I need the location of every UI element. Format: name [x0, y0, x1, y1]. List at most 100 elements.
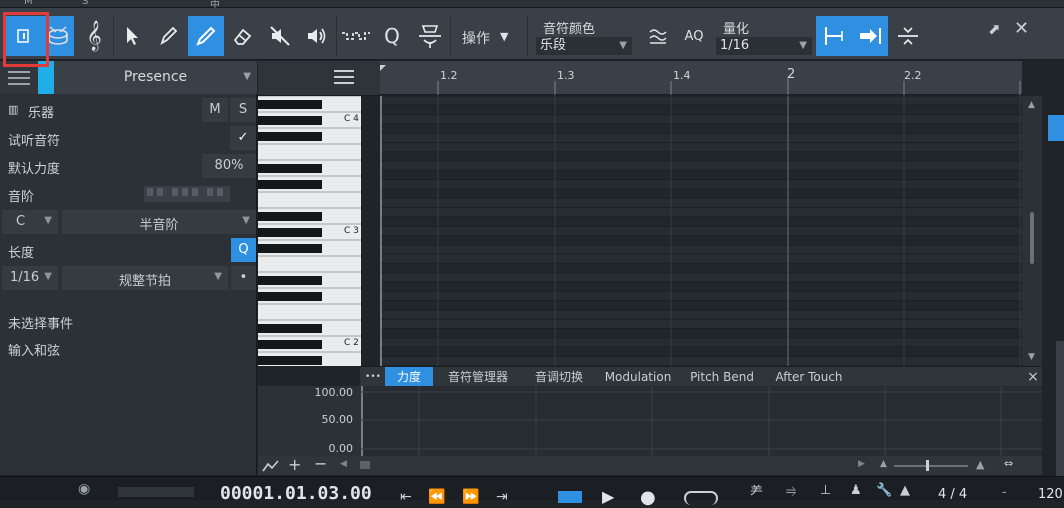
tab-pitch-bend[interactable]: Pitch Bend — [682, 367, 762, 387]
metronome-icon[interactable]: ◉ — [78, 481, 90, 497]
rewind-icon[interactable]: ⏪ — [428, 489, 445, 505]
paintbrush-icon — [196, 26, 216, 46]
piano-keyboard[interactable]: C 4 C 3 C 2 — [258, 96, 361, 366]
length-q-label: Q — [238, 242, 249, 257]
right-scroll-marker[interactable] — [1048, 115, 1064, 141]
arrow-right-bar-icon — [860, 28, 881, 44]
ruler-tick-label: 1.2 — [440, 69, 458, 82]
quantize-label: 量化 — [723, 22, 750, 37]
loop-mode-icon[interactable] — [684, 491, 718, 505]
precount-icon[interactable]: ⺶ — [750, 481, 763, 500]
tab-after-touch[interactable]: After Touch — [768, 367, 850, 387]
horizontal-scroll-thumb[interactable] — [360, 461, 370, 469]
paint-tool-button[interactable] — [188, 16, 224, 56]
instrument-mute-button[interactable]: M — [202, 98, 228, 122]
eraser-tool-button[interactable] — [224, 16, 260, 56]
scale-select-row: C ▼ 半音阶 ▼ — [0, 208, 257, 236]
action-menu-button[interactable]: 操作 ▼ — [452, 16, 524, 56]
detach-icon[interactable]: ⬈ — [988, 20, 1001, 38]
preset-name: Presence — [123, 69, 188, 85]
groove-quantize-button[interactable] — [640, 16, 676, 56]
tempo-icon[interactable]: ▲ — [900, 483, 910, 498]
length-mode-select[interactable]: 规整节拍 ▼ — [62, 266, 228, 290]
zoom-slider-track[interactable] — [894, 465, 968, 467]
remove-lane-icon[interactable]: − — [314, 454, 327, 473]
scroll-left-icon[interactable]: ◀ — [340, 459, 347, 469]
close-lane-icon[interactable]: × — [1024, 367, 1042, 387]
right-scroll-track — [1056, 341, 1064, 476]
lane-control-bar: + − ◀ ▶ ▲ ▲ ⇔ — [258, 454, 1042, 475]
marker-icon[interactable]: ⊥ — [820, 483, 831, 498]
fast-forward-icon[interactable]: ⏩ — [462, 489, 479, 505]
keyboard-header — [258, 61, 380, 96]
scroll-thumb[interactable] — [1030, 212, 1034, 264]
record-icon[interactable]: ● — [640, 487, 656, 508]
scale-type-select[interactable]: 半音阶 ▼ — [62, 210, 256, 234]
key-label-c3: C 3 — [344, 226, 359, 236]
wrench-icon[interactable]: 🔧 — [876, 483, 892, 498]
arrow-tool-button[interactable] — [114, 16, 150, 56]
tab-velocity[interactable]: 力度 — [385, 367, 433, 387]
tab-modulation[interactable]: Modulation — [600, 367, 676, 387]
bend-tool-button[interactable] — [338, 16, 374, 56]
level-meter — [118, 487, 194, 497]
score-editor-button[interactable]: 𝄞 — [76, 16, 112, 56]
speaker-mute-icon — [270, 26, 290, 46]
quantize-tool-button[interactable]: Q — [374, 16, 410, 56]
note-color-label: 音符颜色 — [543, 22, 596, 37]
timeline-ruler[interactable]: 1.2 1.3 1.4 2 2.2 — [380, 61, 1022, 95]
velocity-lane[interactable]: 100.00 50.00 0.00 — [258, 386, 1042, 456]
lane-more-button[interactable]: ••• — [362, 367, 384, 387]
zoom-slider-thumb[interactable] — [926, 460, 929, 471]
play-icon[interactable]: ▶ — [602, 487, 614, 506]
auto-quantize-button[interactable]: AQ — [676, 16, 712, 56]
chord-input-label[interactable]: 输入和弦 — [8, 340, 60, 359]
autopunch-icon[interactable]: ⥤ — [786, 483, 796, 498]
velocity-scale: 100.00 50.00 0.00 — [258, 386, 361, 456]
listen-tool-button[interactable] — [298, 16, 334, 56]
vertical-scrollbar[interactable]: ▲ ▼ — [1022, 96, 1042, 366]
length-value-select[interactable]: 1/16 ▼ — [2, 266, 58, 290]
instrument-solo-button[interactable]: S — [230, 98, 256, 122]
mute-tool-button[interactable] — [262, 16, 298, 56]
preset-select[interactable]: Presence ▼ — [54, 61, 257, 94]
length-value: 1/16 — [10, 270, 40, 285]
speaker-icon — [308, 28, 326, 44]
snap-start-button[interactable] — [816, 16, 852, 56]
quantize-q-icon: Q — [384, 24, 400, 48]
automation-curve-icon[interactable] — [262, 459, 280, 473]
fit-lane-icon[interactable]: ⇔ — [1004, 457, 1013, 470]
fold-lanes-button[interactable] — [890, 16, 926, 56]
note-color-select[interactable]: 乐段 ▼ — [536, 37, 632, 55]
tab-note-manager[interactable]: 音符管理器 — [438, 367, 518, 387]
zoom-out-icon[interactable]: ▲ — [880, 459, 887, 469]
length-label: 长度 — [8, 246, 35, 261]
split-tool-button[interactable] — [412, 16, 448, 56]
scroll-down-icon[interactable]: ▼ — [1028, 352, 1035, 362]
keyboard-icon: ▥ — [8, 103, 19, 116]
root-note-select[interactable]: C ▼ — [2, 210, 58, 234]
follow-playback-button[interactable] — [852, 16, 888, 56]
default-velocity-field[interactable]: 80% — [202, 154, 256, 178]
chevron-down-icon: ▼ — [243, 71, 251, 82]
length-dot-button[interactable]: • — [231, 266, 256, 290]
note-grid[interactable] — [380, 96, 1022, 366]
treble-clef-icon: 𝄞 — [86, 20, 102, 51]
metronome-settings-icon[interactable]: ♟ — [850, 483, 862, 498]
tab-pitch-switch[interactable]: 音调切换 — [524, 367, 594, 387]
loop-icon[interactable]: ⇤ — [400, 489, 412, 505]
length-quantize-button[interactable]: Q — [231, 238, 256, 262]
pen-tool-button[interactable] — [150, 16, 186, 56]
close-editor-icon[interactable]: ✕ — [1014, 18, 1029, 39]
scroll-up-icon[interactable]: ▲ — [1028, 100, 1035, 110]
zoom-in-icon[interactable]: ▲ — [976, 458, 984, 471]
quantize-select[interactable]: 1/16 ▼ — [716, 37, 812, 55]
scroll-right-icon[interactable]: ▶ — [858, 459, 865, 469]
lane-menu-icon[interactable] — [334, 69, 354, 85]
loop-button[interactable] — [558, 491, 582, 503]
time-display[interactable]: 00001.01.03.00 — [220, 483, 372, 504]
end-icon[interactable]: ⇥ — [496, 489, 508, 505]
add-lane-icon[interactable]: + — [288, 455, 301, 474]
ruler-ticks — [380, 65, 1021, 95]
audition-checkbox[interactable]: ✓ — [230, 126, 256, 150]
